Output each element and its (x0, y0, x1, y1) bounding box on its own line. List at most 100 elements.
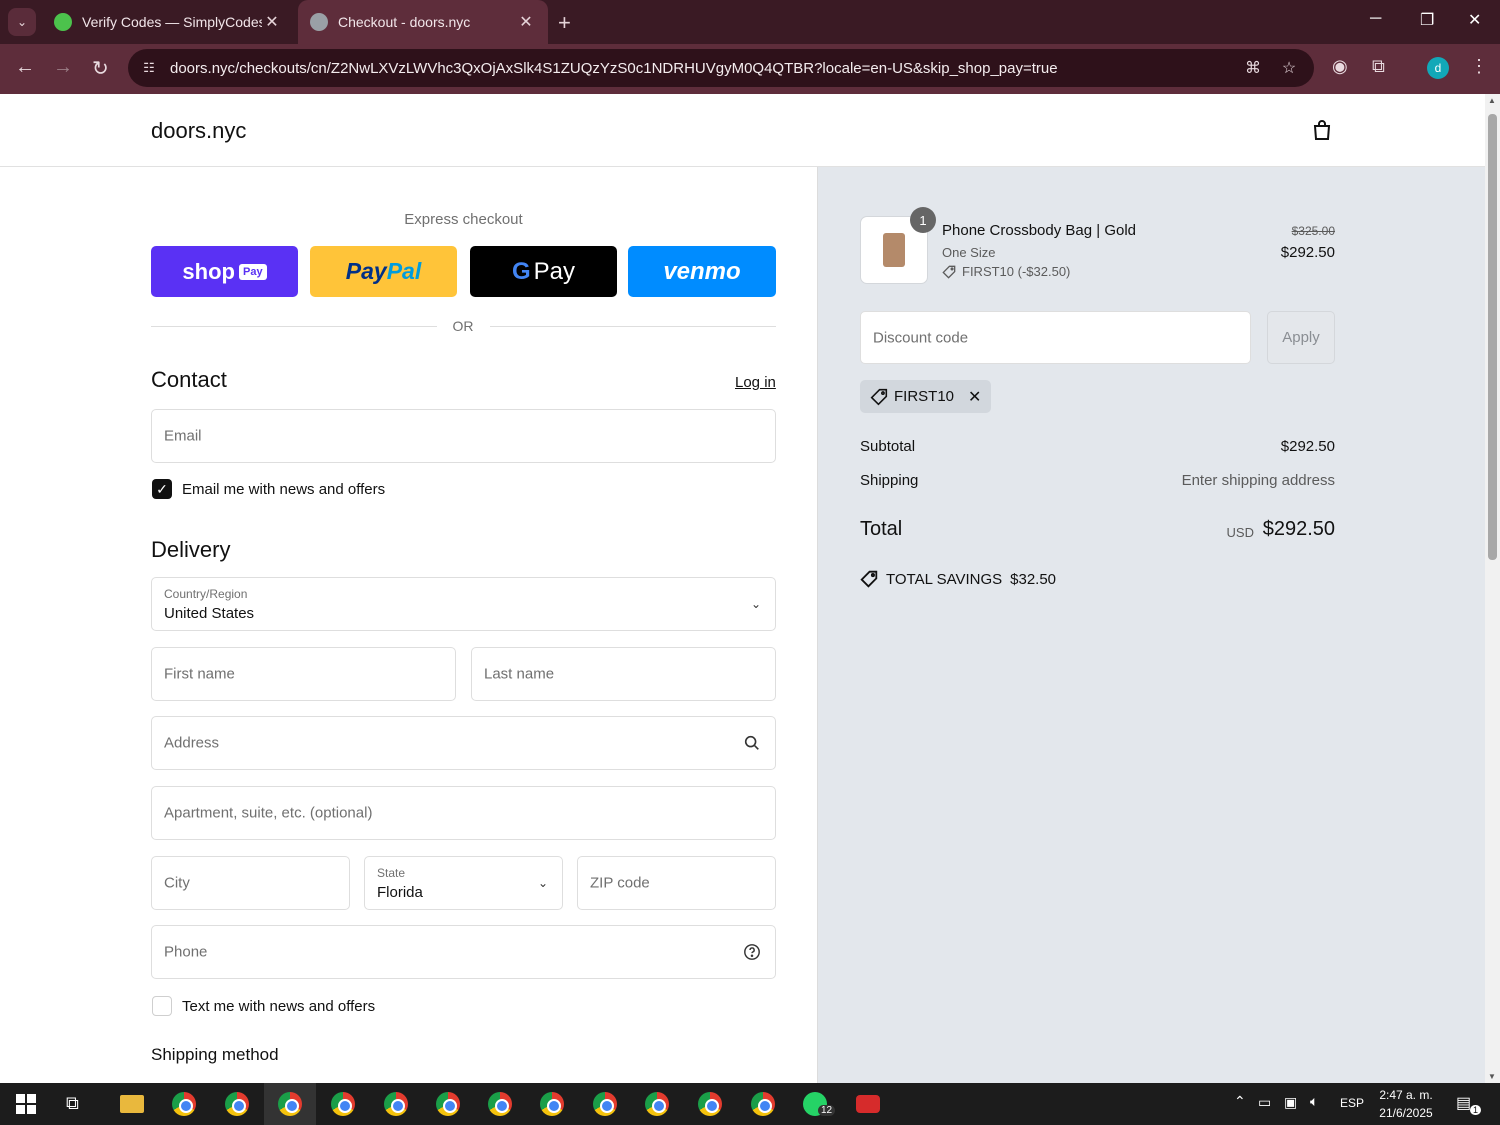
forward-icon[interactable]: → (53, 56, 73, 79)
chrome-profile-icon[interactable] (331, 1092, 355, 1116)
sms-news-label: Text me with news and offers (182, 998, 376, 1015)
store-logo[interactable]: doors.nyc (151, 118, 246, 144)
discount-code-field[interactable]: Discount code (860, 311, 1251, 364)
tab-title: Verify Codes — SimplyCodes (82, 14, 262, 30)
discounted-price: $292.50 (1280, 244, 1335, 261)
chrome-profile-icon[interactable] (488, 1092, 512, 1116)
screen: ⌄ Verify Codes — SimplyCodes ✕ Checkout … (0, 0, 1500, 1125)
chrome-profile-icon[interactable] (384, 1092, 408, 1116)
chrome-profile-icon[interactable] (436, 1092, 460, 1116)
translate-icon[interactable]: ⌘ (1242, 58, 1264, 78)
tab-search-button[interactable]: ⌄ (8, 8, 36, 36)
apartment-field[interactable]: Apartment, suite, etc. (optional) (151, 786, 776, 840)
network-icon[interactable]: ▣ (1284, 1094, 1297, 1111)
clock-date: 21/6/2025 (1379, 1106, 1433, 1120)
scrollbar-thumb[interactable] (1488, 114, 1497, 560)
tab-title: Checkout - doors.nyc (338, 14, 471, 30)
extensions-puzzle-icon[interactable]: ⧉ (1372, 56, 1385, 77)
divider (151, 326, 437, 327)
chrome-profile-icon[interactable] (540, 1092, 564, 1116)
city-field[interactable]: City (151, 856, 350, 910)
profile-avatar[interactable]: d (1427, 57, 1449, 79)
or-divider-text: OR (452, 318, 474, 334)
task-view-icon[interactable]: ⧉ (66, 1093, 79, 1114)
chrome-profile-icon[interactable] (751, 1092, 775, 1116)
shipping-method-heading: Shipping method (151, 1045, 279, 1064)
shopping-bag-icon[interactable] (1310, 118, 1334, 142)
paypal-button[interactable]: Pay Pal (310, 246, 457, 297)
extension-icon[interactable]: ◉ (1332, 56, 1348, 77)
email-field[interactable]: Email (151, 409, 776, 463)
windows-start-icon[interactable] (16, 1094, 36, 1114)
meet-now-icon[interactable]: ▭ (1258, 1094, 1271, 1111)
tray-chevron-up-icon[interactable]: ⌃ (1234, 1093, 1246, 1110)
tab-simplycodes[interactable]: Verify Codes — SimplyCodes ✕ (42, 0, 294, 44)
state-label: State (377, 866, 406, 880)
email-news-checkbox[interactable]: ✓ (152, 479, 172, 499)
chrome-profile-icon[interactable] (225, 1092, 249, 1116)
globe-icon (310, 13, 328, 31)
chrome-icon[interactable] (172, 1092, 196, 1116)
volume-icon[interactable]: 🔈︎ (1310, 1093, 1318, 1110)
url-text[interactable]: doors.nyc/checkouts/cn/Z2NwLXVzLWVhc3QxO… (170, 60, 1242, 77)
chrome-profile-icon[interactable] (698, 1092, 722, 1116)
product-name: Phone Crossbody Bag | Gold (942, 222, 1137, 239)
new-tab-button[interactable]: + (558, 10, 571, 36)
total-label: Total (860, 518, 903, 540)
divider (490, 326, 776, 327)
site-info-icon[interactable]: ☷ (140, 59, 158, 77)
savings-label: TOTAL SAVINGS (886, 570, 1003, 588)
scroll-down-icon[interactable]: ▼ (1488, 1072, 1496, 1081)
chrome-profile-icon[interactable] (645, 1092, 669, 1116)
sms-news-checkbox[interactable] (152, 996, 172, 1016)
first-name-field[interactable]: First name (151, 647, 456, 701)
language-indicator[interactable]: ESP (1340, 1096, 1364, 1110)
login-link[interactable]: Log in (735, 374, 776, 391)
subtotal-label: Subtotal (860, 438, 916, 455)
google-g-icon: G (511, 257, 531, 285)
close-tab-icon[interactable]: ✕ (262, 12, 282, 32)
applied-discount-chip: FIRST10 ✕ (860, 380, 992, 413)
minimize-icon[interactable]: ─ (1370, 10, 1381, 28)
venmo-button[interactable]: venmo (628, 246, 776, 297)
chrome-profile-icon[interactable] (278, 1092, 302, 1116)
express-checkout-label: Express checkout (404, 211, 523, 228)
anydesk-icon[interactable] (856, 1095, 880, 1113)
city-placeholder: City (164, 874, 190, 892)
menu-kebab-icon[interactable]: ⋮ (1470, 56, 1488, 77)
tag-icon (942, 265, 956, 279)
venmo-text: venmo (663, 257, 741, 285)
clock[interactable]: 2:47 a. m. 21/6/2025 (1368, 1086, 1444, 1122)
address-field[interactable]: Address (151, 716, 776, 770)
chrome-profile-icon[interactable] (593, 1092, 617, 1116)
original-price: $325.00 (1291, 224, 1335, 238)
file-explorer-icon[interactable] (120, 1095, 144, 1113)
notifications-icon[interactable]: ▤ (1456, 1093, 1471, 1113)
zip-field[interactable]: ZIP code (577, 856, 776, 910)
product-variant: One Size (942, 245, 996, 260)
close-tab-icon[interactable]: ✕ (516, 12, 536, 32)
savings-value: $32.50 (1010, 570, 1057, 588)
email-news-label: Email me with news and offers (182, 481, 386, 498)
phone-field[interactable]: Phone (151, 925, 776, 979)
country-select[interactable]: Country/Region United States ⌄ (151, 577, 776, 631)
google-pay-button[interactable]: G Pay (470, 246, 617, 297)
close-window-icon[interactable]: ✕ (1468, 10, 1481, 30)
address-bar[interactable]: ☷ doors.nyc/checkouts/cn/Z2NwLXVzLWVhc3Q… (128, 49, 1314, 87)
tab-checkout[interactable]: Checkout - doors.nyc ✕ (298, 0, 548, 44)
scroll-up-icon[interactable]: ▲ (1488, 96, 1496, 105)
back-icon[interactable]: ← (15, 56, 35, 79)
state-select[interactable]: State Florida ⌄ (364, 856, 563, 910)
search-icon (744, 735, 759, 750)
last-name-field[interactable]: Last name (471, 647, 776, 701)
page-scrollbar[interactable]: ▲ ▼ (1485, 94, 1500, 1083)
last-name-placeholder: Last name (484, 665, 555, 683)
help-circle-icon[interactable] (743, 943, 761, 961)
bookmark-star-icon[interactable]: ☆ (1278, 58, 1300, 78)
delivery-heading: Delivery (151, 537, 231, 562)
reload-icon[interactable]: ↻ (92, 56, 109, 81)
shop-pay-button[interactable]: shop Pay (151, 246, 298, 297)
restore-icon[interactable]: ❐ (1420, 10, 1434, 30)
remove-discount-icon[interactable]: ✕ (968, 387, 981, 407)
apply-button[interactable]: Apply (1267, 311, 1335, 364)
